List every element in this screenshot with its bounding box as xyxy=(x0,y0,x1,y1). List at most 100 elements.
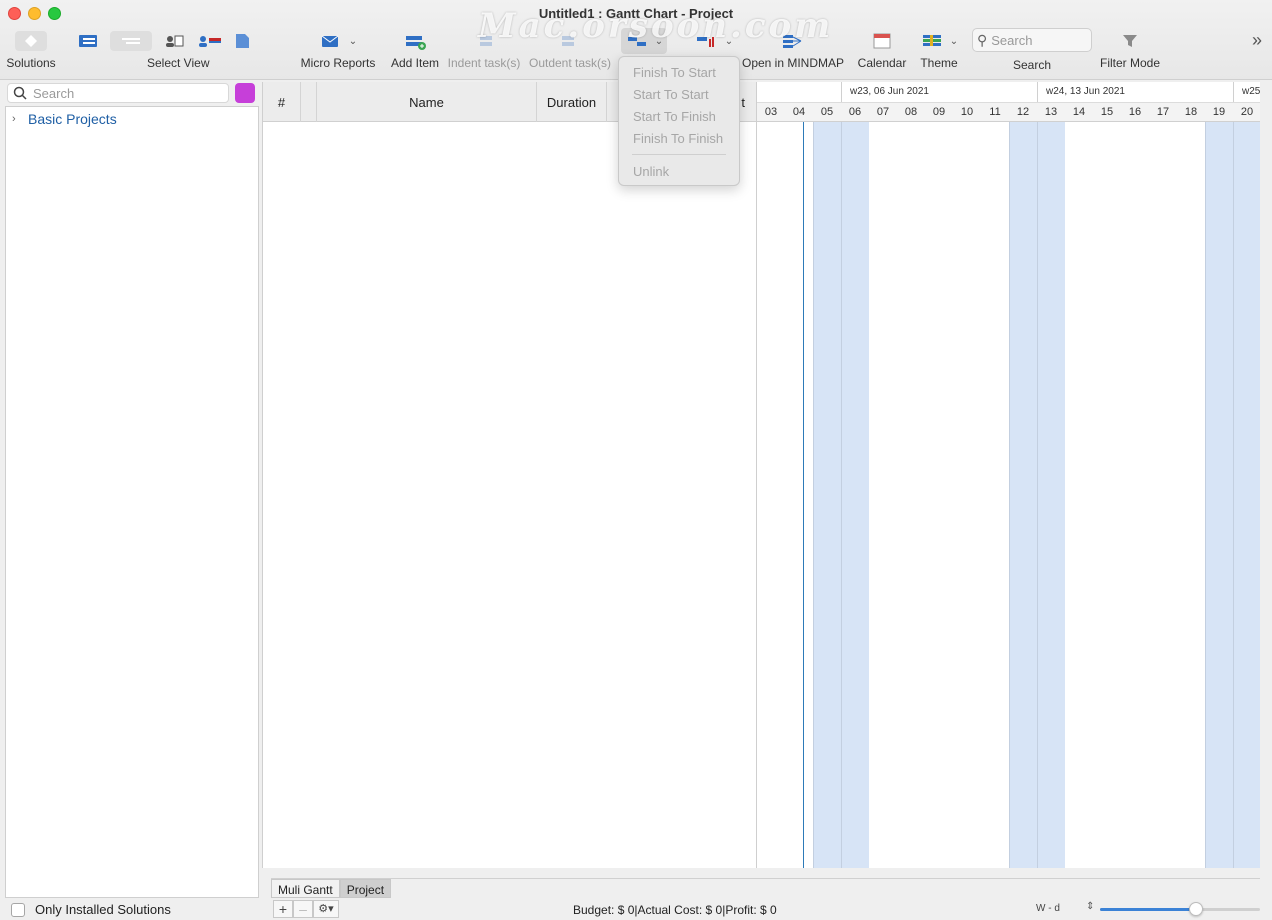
day-label: 12 xyxy=(1016,106,1030,118)
search-icon: ⚲ xyxy=(977,31,988,48)
day-label: 06 xyxy=(848,106,862,118)
micro-reports-label: Micro Reports xyxy=(300,56,376,70)
day-label: 09 xyxy=(932,106,946,118)
day-label: 13 xyxy=(1044,106,1058,118)
link-tasks-icon xyxy=(625,31,649,51)
select-view-label: Select View xyxy=(147,56,210,70)
zoom-slider-fill xyxy=(1100,908,1196,911)
day-label: 17 xyxy=(1156,106,1170,118)
toolbar-overflow-icon[interactable]: » xyxy=(1252,30,1262,51)
weekend-column xyxy=(841,122,869,868)
day-header: 03 04 05 06 07 08 09 10 11 12 13 14 15 16 17 18 19 20 xyxy=(757,102,1260,122)
only-installed-toggle[interactable]: Only Installed Solutions xyxy=(5,902,171,917)
tab-project[interactable]: Project xyxy=(339,879,392,898)
menu-item-unlink[interactable]: Unlink xyxy=(619,160,739,182)
indent-button[interactable]: Indent task(s) xyxy=(446,28,522,74)
add-item-label: Add Item xyxy=(390,56,440,70)
week-header: w23, 06 Jun 2021 w24, 13 Jun 2021 w25, 2 xyxy=(757,82,1260,122)
column-header-name[interactable]: Name xyxy=(317,82,537,122)
tree-item-basic-projects[interactable]: › Basic Projects xyxy=(6,107,258,131)
gantt-timeline[interactable]: w23, 06 Jun 2021 w24, 13 Jun 2021 w25, 2 0… xyxy=(756,82,1260,868)
column-header-duration[interactable]: Duration xyxy=(537,82,607,122)
day-label: 03 xyxy=(764,106,778,118)
solutions-sidebar: Search › Basic Projects Only Installed S… xyxy=(5,80,260,920)
toolbar-search-input[interactable]: ⚲ Search xyxy=(972,28,1092,52)
outdent-icon xyxy=(558,31,582,51)
day-label: 07 xyxy=(876,106,890,118)
theme-button[interactable]: ⌄ Theme xyxy=(916,28,962,74)
solutions-tree: › Basic Projects xyxy=(5,106,259,898)
day-label: 05 xyxy=(820,106,834,118)
assignment-view-icon[interactable] xyxy=(196,31,221,51)
weekend-column xyxy=(1037,122,1065,868)
zoom-scale-label: W - d xyxy=(1036,903,1060,914)
solutions-app-icon[interactable] xyxy=(235,83,255,103)
only-installed-checkbox[interactable] xyxy=(11,902,25,917)
menu-item-finish-to-start[interactable]: Finish To Start xyxy=(619,61,739,83)
column-header-number[interactable]: # xyxy=(263,82,301,122)
chevron-right-icon[interactable]: › xyxy=(12,113,28,125)
select-view-group: Select View xyxy=(76,28,276,74)
weekend-column xyxy=(1009,122,1037,868)
search-label: Search xyxy=(1013,58,1052,72)
link-type-menu: Finish To Start Start To Start Start To … xyxy=(618,56,740,186)
calendar-label: Calendar xyxy=(857,56,907,70)
critical-path-icon xyxy=(695,31,719,51)
micro-reports-icon xyxy=(319,31,343,51)
day-label: 18 xyxy=(1184,106,1198,118)
add-button[interactable]: + xyxy=(273,900,293,918)
solutions-button[interactable]: Solutions xyxy=(6,28,56,74)
theme-icon xyxy=(920,31,944,51)
tab-muli-gantt[interactable]: Muli Gantt xyxy=(271,879,340,898)
sidebar-search-input[interactable]: Search xyxy=(7,83,229,103)
add-item-icon xyxy=(403,31,427,51)
day-label: 08 xyxy=(904,106,918,118)
mindmap-icon xyxy=(781,31,805,51)
micro-reports-button[interactable]: ⌄ Micro Reports xyxy=(298,28,378,74)
day-label: 15 xyxy=(1100,106,1114,118)
resource-view-icon[interactable] xyxy=(162,31,186,51)
chevron-down-icon: ⌄ xyxy=(654,35,664,47)
menu-separator xyxy=(632,154,726,155)
week-label: w25, 2 xyxy=(1242,86,1260,97)
day-label: 20 xyxy=(1240,106,1254,118)
calendar-button[interactable]: Calendar xyxy=(858,28,906,74)
open-mindmap-button[interactable]: Open in MINDMAP xyxy=(741,28,845,74)
gear-icon[interactable]: ⚙▾ xyxy=(313,900,339,918)
view-tabs: Muli Gantt Project xyxy=(271,878,1260,898)
app-window: Untitled1 : Gantt Chart - Project Soluti… xyxy=(0,0,1272,920)
budget-summary: Budget: $ 0|Actual Cost: $ 0|Profit: $ 0 xyxy=(573,903,777,917)
weekend-column xyxy=(1233,122,1260,868)
open-mindmap-label: Open in MINDMAP xyxy=(741,56,845,70)
document-view-icon[interactable] xyxy=(230,31,254,51)
filter-icon xyxy=(1118,31,1142,51)
filter-mode-label: Filter Mode xyxy=(1099,56,1161,70)
chevron-down-icon: ⌄ xyxy=(949,35,959,47)
only-installed-label: Only Installed Solutions xyxy=(35,902,171,917)
day-label: 14 xyxy=(1072,106,1086,118)
zoom-stepper-icon[interactable]: ⇕ xyxy=(1086,901,1094,912)
outdent-label: Outdent task(s) xyxy=(528,56,612,70)
remove-button[interactable]: – xyxy=(293,900,313,918)
solutions-label: Solutions xyxy=(6,56,56,70)
day-label: 10 xyxy=(960,106,974,118)
day-label: 04 xyxy=(792,106,806,118)
filter-mode-button[interactable]: Filter Mode xyxy=(1098,28,1162,74)
zoom-slider[interactable] xyxy=(1100,902,1260,916)
calendar-icon xyxy=(870,31,894,51)
zoom-slider-knob[interactable] xyxy=(1189,902,1203,916)
chevron-down-icon: ⌄ xyxy=(724,35,734,47)
day-label: 11 xyxy=(989,106,1001,118)
multi-gantt-view-icon[interactable] xyxy=(76,31,100,51)
search-icon xyxy=(13,86,27,100)
menu-item-finish-to-finish[interactable]: Finish To Finish xyxy=(619,127,739,149)
day-label: 16 xyxy=(1128,106,1142,118)
day-label: 19 xyxy=(1212,106,1226,118)
column-header-indicator[interactable] xyxy=(301,82,317,122)
menu-item-start-to-start[interactable]: Start To Start xyxy=(619,83,739,105)
outdent-button[interactable]: Outdent task(s) xyxy=(528,28,612,74)
menu-item-start-to-finish[interactable]: Start To Finish xyxy=(619,105,739,127)
indent-label: Indent task(s) xyxy=(447,56,521,70)
gantt-view-icon[interactable] xyxy=(110,31,152,51)
add-item-button[interactable]: Add Item xyxy=(390,28,440,74)
